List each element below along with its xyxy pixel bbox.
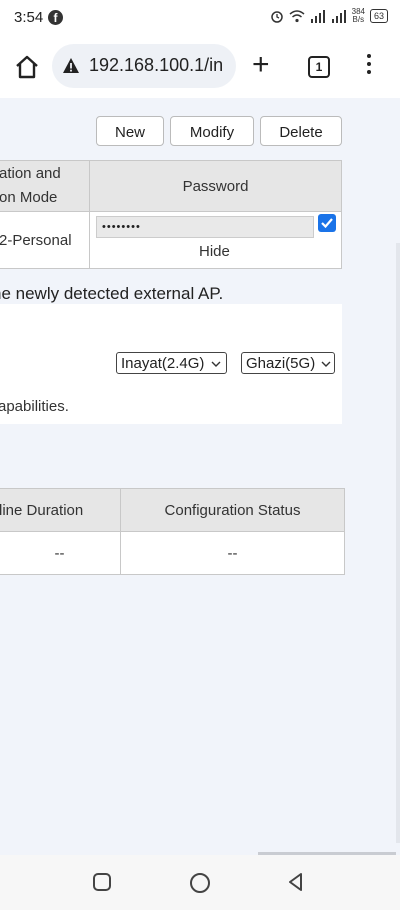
browser-toolbar: 192.168.100.1/in + 1 [0,36,400,98]
detected-ap-note: he newly detected external AP. [0,284,224,303]
tab-switcher-button[interactable]: 1 [308,56,330,78]
home-nav-icon[interactable] [189,872,211,894]
check-icon [321,218,333,229]
new-tab-button[interactable]: + [252,50,270,80]
cell-mode: 2-Personal [0,211,90,269]
new-button[interactable]: New [96,116,164,146]
page-content: New Modify Delete ation and on Mode Pass… [0,98,400,855]
band-select-panel: Inayat(2.4G) Ghazi(5G) apabilities. [0,304,342,424]
chevron-down-icon [321,361,331,367]
delete-button[interactable]: Delete [260,116,342,146]
chevron-down-icon [211,361,221,367]
signal-icon [310,9,325,23]
network-speed: 384 B/s [351,7,365,24]
system-nav-bar [0,855,400,910]
status-icons: 384 B/s 63 [270,8,388,24]
home-icon[interactable] [14,54,40,80]
wifi-icon [289,10,305,23]
header-auth-mode: ation and on Mode [0,160,90,212]
url-bar[interactable]: 192.168.100.1/in [52,44,236,88]
more-vert-icon[interactable] [366,54,372,78]
recent-apps-icon[interactable] [92,872,112,892]
status-bar: 3:54 f 384 B/s 63 [0,0,400,36]
modify-button[interactable]: Modify [170,116,254,146]
capabilities-note: apabilities. [0,398,69,415]
hide-password-label[interactable]: Hide [199,243,230,260]
signal-icon-2 [331,9,346,23]
ap-config-table: ation and on Mode Password 2-Personal [0,160,342,269]
url-text[interactable]: 192.168.100.1/in [89,55,223,76]
cell-config-status: -- [120,531,345,575]
ap-status-table: line Duration Configuration Status -- -- [0,488,345,575]
status-time: 3:54 [14,9,44,26]
back-icon[interactable] [286,872,306,892]
vertical-scrollbar[interactable] [396,243,400,843]
header-config-status: Configuration Status [120,488,345,532]
cell-online-duration: -- [0,531,121,575]
battery-icon: 63 [369,9,388,23]
header-password: Password [89,160,342,212]
header-online-duration: line Duration [0,488,121,532]
password-field[interactable]: •••••••• [96,216,314,238]
warning-icon[interactable] [62,57,80,75]
select-2g-band[interactable]: Inayat(2.4G) [116,352,227,374]
select-5g-band[interactable]: Ghazi(5G) [241,352,335,374]
show-password-checkbox[interactable] [318,214,336,232]
facebook-notification-icon: f [48,10,63,25]
alarm-icon [270,11,283,23]
